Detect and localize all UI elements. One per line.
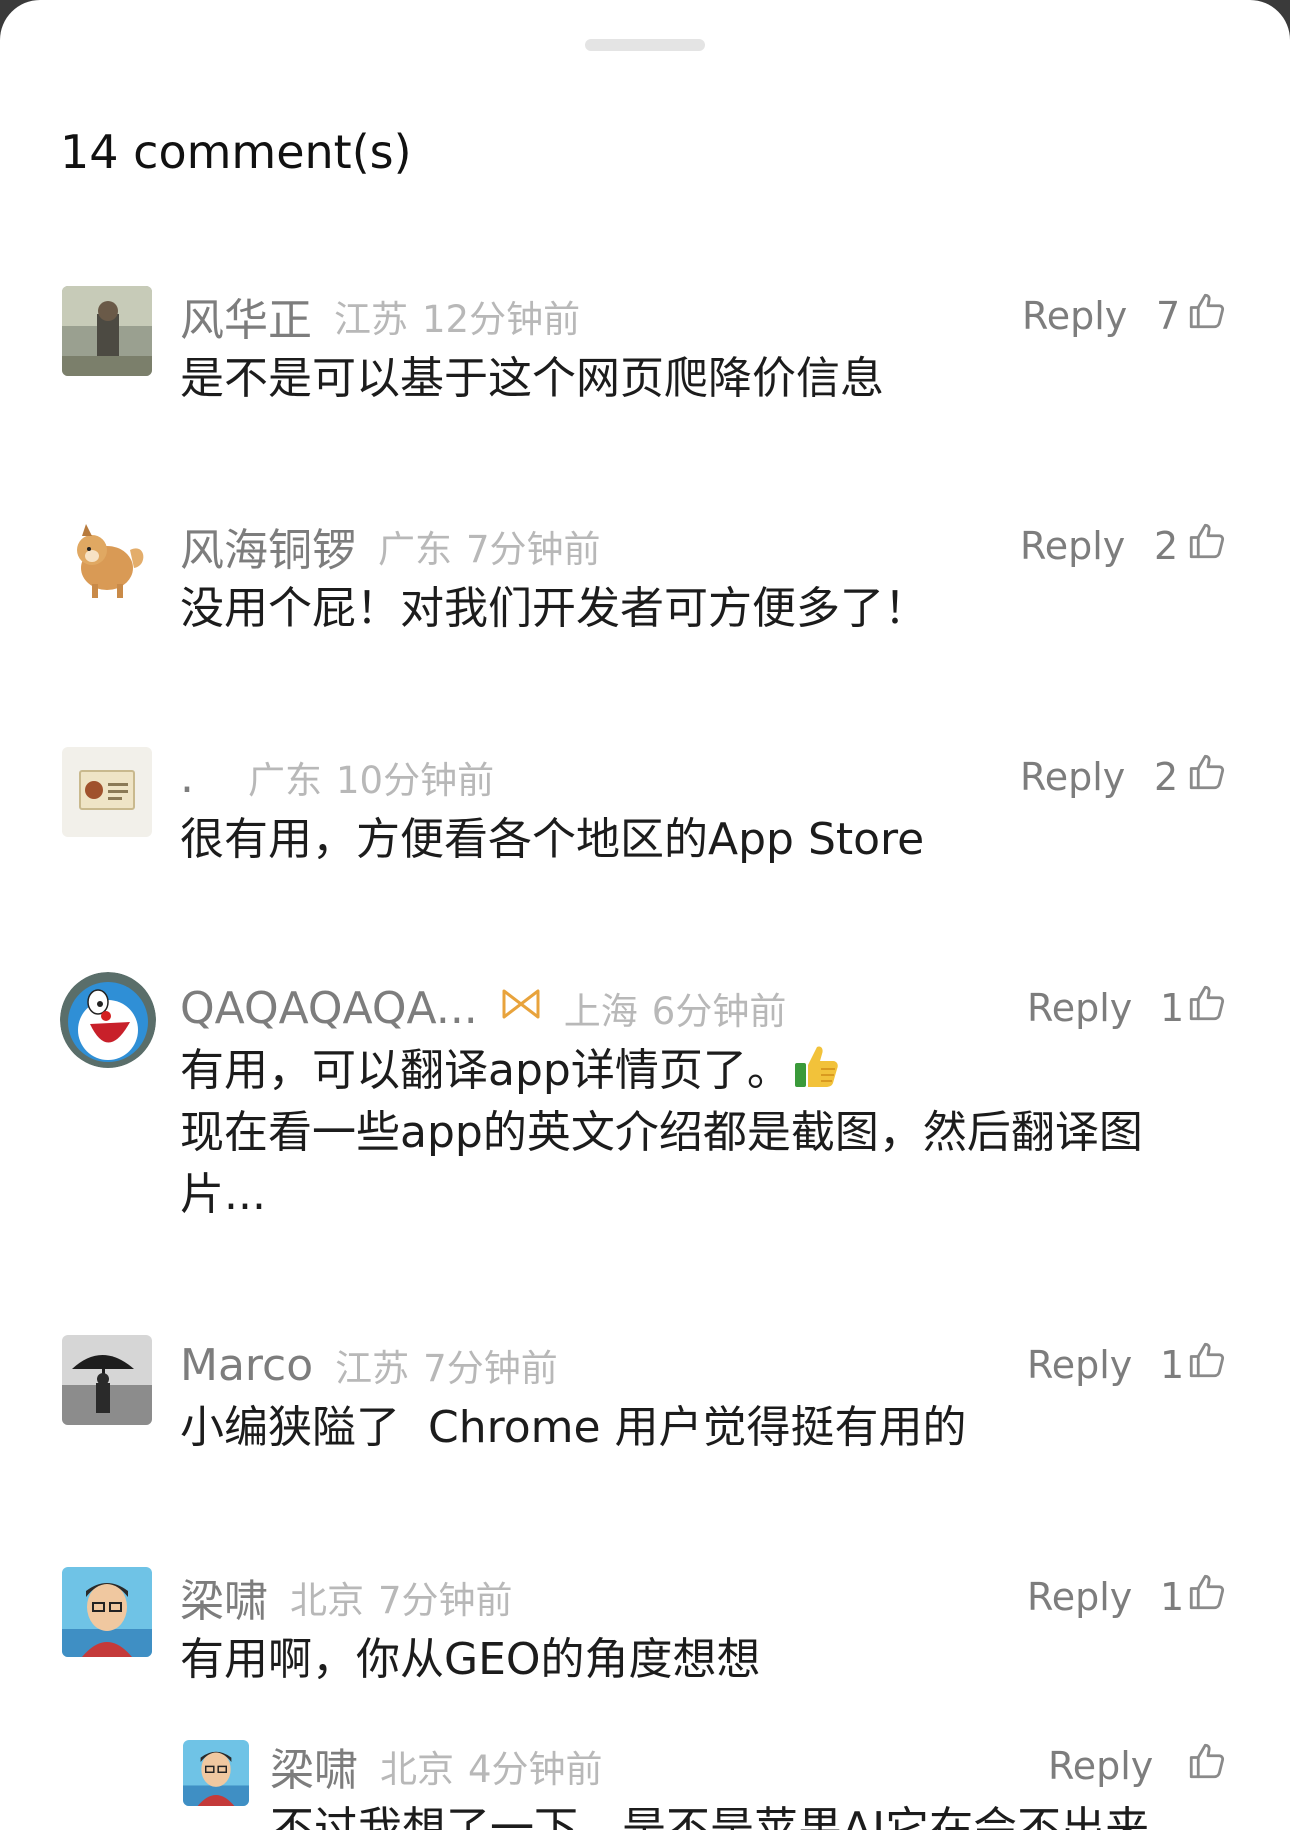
- comment-count: 14 comment(s): [60, 125, 412, 179]
- comment-text: 小编狭隘了 Chrome 用户觉得挺有用的: [180, 1402, 967, 1453]
- reply-button[interactable]: Reply: [1027, 1575, 1132, 1619]
- avatar[interactable]: [62, 747, 152, 837]
- reply-button[interactable]: Reply: [1027, 986, 1132, 1030]
- comment-text: 是不是可以基于这个网页爬降价信息: [180, 353, 884, 404]
- location: 江苏: [335, 1347, 410, 1390]
- thumbs-up-emoji: [794, 1046, 838, 1087]
- username[interactable]: .: [180, 752, 226, 803]
- username[interactable]: 风海铜锣: [180, 514, 356, 578]
- reply-button[interactable]: Reply: [1022, 294, 1127, 338]
- avatar[interactable]: [62, 286, 152, 376]
- vip-badge-icon: [500, 987, 542, 1030]
- timestamp: 7分钟前: [378, 1579, 513, 1622]
- reply-button[interactable]: Reply: [1020, 524, 1125, 568]
- like-count: 2: [1154, 524, 1179, 568]
- comment-text: 不过我想了一下，是不是苹果AI它在会不出来: [270, 1803, 1150, 1830]
- timestamp: 12分钟前: [422, 298, 581, 341]
- reply-button[interactable]: Reply: [1020, 755, 1125, 799]
- thumbs-up-outline-icon[interactable]: [1186, 520, 1228, 562]
- like-count: 7: [1156, 294, 1181, 338]
- location: 北京: [380, 1748, 454, 1791]
- location: 江苏: [334, 298, 408, 341]
- comment-text-line: 现在看一些app的英文介绍都是截图，然后翻译图片...: [180, 1107, 1143, 1220]
- like-count: 1: [1160, 986, 1185, 1030]
- username[interactable]: Marco: [180, 1340, 313, 1391]
- timestamp: 10分钟前: [336, 759, 495, 802]
- timestamp: 7分钟前: [423, 1347, 558, 1390]
- comment-text: 有用啊，你从GEO的角度想想: [180, 1634, 761, 1685]
- avatar[interactable]: [62, 516, 152, 606]
- location: 北京: [290, 1579, 364, 1622]
- comment-text: 有用，可以翻译app详情页了。 现在看一些app的英文介绍都是截图，然后翻译图片…: [180, 1040, 1190, 1226]
- reply-button[interactable]: Reply: [1027, 1343, 1132, 1387]
- username[interactable]: 风华正: [180, 284, 312, 348]
- thumbs-up-outline-icon[interactable]: [1186, 1339, 1228, 1381]
- avatar[interactable]: [62, 1335, 152, 1425]
- timestamp: 4分钟前: [468, 1748, 603, 1791]
- username[interactable]: QAQAQAQA...: [180, 983, 478, 1034]
- username[interactable]: 梁啸: [270, 1734, 358, 1798]
- drag-handle[interactable]: [585, 39, 705, 51]
- avatar[interactable]: [62, 1567, 152, 1657]
- username[interactable]: 梁啸: [180, 1565, 268, 1629]
- comment-text-line: 有用，可以翻译app详情页了。: [180, 1045, 791, 1096]
- comments-sheet: 14 comment(s) 风华正 江苏 12分钟前 Reply 7 是不是可以…: [0, 0, 1290, 1830]
- reply-button[interactable]: Reply: [1048, 1744, 1153, 1788]
- timestamp: 6分钟前: [651, 990, 787, 1033]
- thumbs-up-outline-icon[interactable]: [1186, 1571, 1228, 1613]
- thumbs-up-outline-icon[interactable]: [1186, 982, 1228, 1024]
- location: 上海: [563, 990, 638, 1033]
- thumbs-up-outline-icon[interactable]: [1186, 751, 1228, 793]
- like-count: 2: [1154, 755, 1179, 799]
- comment-text: 没用个屁！对我们开发者可方便多了！: [180, 583, 928, 634]
- location: 广东: [248, 759, 322, 802]
- thumbs-up-outline-icon[interactable]: [1186, 1740, 1228, 1782]
- timestamp: 7分钟前: [466, 528, 601, 571]
- thumbs-up-outline-icon[interactable]: [1186, 290, 1228, 332]
- comment-text: 很有用，方便看各个地区的App Store: [180, 814, 925, 865]
- avatar[interactable]: [60, 972, 156, 1068]
- avatar[interactable]: [183, 1740, 249, 1806]
- like-count: 1: [1160, 1343, 1185, 1387]
- like-count: 1: [1160, 1575, 1185, 1619]
- location: 广东: [378, 528, 452, 571]
